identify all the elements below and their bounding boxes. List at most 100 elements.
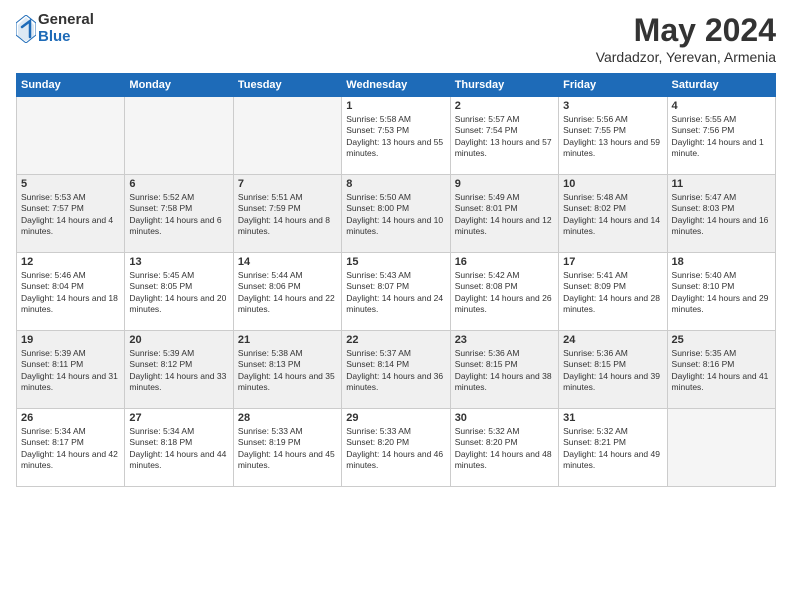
- day-number: 11: [672, 178, 771, 190]
- cell-detail: Sunrise: 5:51 AMSunset: 7:59 PMDaylight:…: [238, 192, 337, 238]
- table-row: 21 Sunrise: 5:38 AMSunset: 8:13 PMDayligh…: [233, 331, 341, 409]
- table-row: 7Sunrise: 5:51 AMSunset: 7:59 PMDaylight…: [233, 175, 341, 253]
- table-row: 15Sunrise: 5:43 AMSunset: 8:07 PMDayligh…: [342, 253, 450, 331]
- table-row: 26 Sunrise: 5:34 AMSunset: 8:17 PMDayligh…: [17, 409, 125, 487]
- day-number: 16: [455, 256, 554, 268]
- day-number: 21: [238, 334, 337, 346]
- cell-detail: Sunrise: 5:55 AMSunset: 7:56 PMDaylight:…: [672, 114, 771, 160]
- table-row: 4 Sunrise: 5:55 AMSunset: 7:56 PMDaylight…: [667, 97, 775, 175]
- day-number: 1: [346, 100, 445, 112]
- table-row: 18Sunrise: 5:40 AMSunset: 8:10 PMDayligh…: [667, 253, 775, 331]
- day-number: 26: [21, 412, 120, 424]
- cell-detail: Sunrise: 5:47 AMSunset: 8:03 PMDaylight:…: [672, 192, 771, 238]
- day-number: 14: [238, 256, 337, 268]
- calendar-week-row: 19 Sunrise: 5:39 AMSunset: 8:11 PMDayligh…: [17, 331, 776, 409]
- cell-detail: Sunrise: 5:38 AMSunset: 8:13 PMDaylight:…: [238, 348, 337, 394]
- calendar-table: Sunday Monday Tuesday Wednesday Thursday…: [16, 73, 776, 487]
- day-number: 19: [21, 334, 120, 346]
- table-row: 11 Sunrise: 5:47 AMSunset: 8:03 PMDayligh…: [667, 175, 775, 253]
- header-row: Sunday Monday Tuesday Wednesday Thursday…: [17, 74, 776, 97]
- day-number: 31: [563, 412, 662, 424]
- cell-detail: Sunrise: 5:43 AMSunset: 8:07 PMDaylight:…: [346, 270, 445, 316]
- cell-detail: Sunrise: 5:56 AMSunset: 7:55 PMDaylight:…: [563, 114, 662, 160]
- logo: General Blue: [16, 12, 94, 45]
- day-number: 27: [129, 412, 228, 424]
- col-thursday: Thursday: [450, 74, 558, 97]
- cell-detail: Sunrise: 5:34 AMSunset: 8:18 PMDaylight:…: [129, 426, 228, 472]
- table-row: 13 Sunrise: 5:45 AMSunset: 8:05 PMDayligh…: [125, 253, 233, 331]
- col-monday: Monday: [125, 74, 233, 97]
- table-row: 31 Sunrise: 5:32 AMSunset: 8:21 PMDayligh…: [559, 409, 667, 487]
- title-section: May 2024 Vardadzor, Yerevan, Armenia: [596, 12, 776, 65]
- table-row: 27 Sunrise: 5:34 AMSunset: 8:18 PMDayligh…: [125, 409, 233, 487]
- cell-detail: Sunrise: 5:50 AMSunset: 8:00 PMDaylight:…: [346, 192, 445, 238]
- cell-detail: Sunrise: 5:48 AMSunset: 8:02 PMDaylight:…: [563, 192, 662, 238]
- cell-detail: Sunrise: 5:58 AMSunset: 7:53 PMDaylight:…: [346, 114, 445, 160]
- table-row: 9Sunrise: 5:49 AMSunset: 8:01 PMDaylight…: [450, 175, 558, 253]
- table-row: 28Sunrise: 5:33 AMSunset: 8:19 PMDayligh…: [233, 409, 341, 487]
- logo-icon: [16, 15, 36, 43]
- cell-detail: Sunrise: 5:45 AMSunset: 8:05 PMDaylight:…: [129, 270, 228, 316]
- table-row: 10Sunrise: 5:48 AMSunset: 8:02 PMDayligh…: [559, 175, 667, 253]
- cell-detail: Sunrise: 5:39 AMSunset: 8:12 PMDaylight:…: [129, 348, 228, 394]
- cell-detail: Sunrise: 5:46 AMSunset: 8:04 PMDaylight:…: [21, 270, 120, 316]
- cell-detail: Sunrise: 5:53 AMSunset: 7:57 PMDaylight:…: [21, 192, 120, 238]
- calendar-body: 1 Sunrise: 5:58 AMSunset: 7:53 PMDaylight…: [17, 97, 776, 487]
- table-row: 25 Sunrise: 5:35 AMSunset: 8:16 PMDayligh…: [667, 331, 775, 409]
- location-label: Vardadzor, Yerevan, Armenia: [596, 49, 776, 65]
- cell-detail: Sunrise: 5:32 AMSunset: 8:21 PMDaylight:…: [563, 426, 662, 472]
- table-row: 1 Sunrise: 5:58 AMSunset: 7:53 PMDaylight…: [342, 97, 450, 175]
- cell-detail: Sunrise: 5:33 AMSunset: 8:19 PMDaylight:…: [238, 426, 337, 472]
- day-number: 6: [129, 178, 228, 190]
- calendar-week-row: 12 Sunrise: 5:46 AMSunset: 8:04 PMDayligh…: [17, 253, 776, 331]
- day-number: 13: [129, 256, 228, 268]
- cell-detail: Sunrise: 5:44 AMSunset: 8:06 PMDaylight:…: [238, 270, 337, 316]
- cell-detail: Sunrise: 5:41 AMSunset: 8:09 PMDaylight:…: [563, 270, 662, 316]
- table-row: 22Sunrise: 5:37 AMSunset: 8:14 PMDayligh…: [342, 331, 450, 409]
- day-number: 30: [455, 412, 554, 424]
- calendar-week-row: 26 Sunrise: 5:34 AMSunset: 8:17 PMDayligh…: [17, 409, 776, 487]
- cell-detail: Sunrise: 5:36 AMSunset: 8:15 PMDaylight:…: [563, 348, 662, 394]
- day-number: 2: [455, 100, 554, 112]
- cell-detail: Sunrise: 5:37 AMSunset: 8:14 PMDaylight:…: [346, 348, 445, 394]
- table-row: 3Sunrise: 5:56 AMSunset: 7:55 PMDaylight…: [559, 97, 667, 175]
- cell-detail: Sunrise: 5:49 AMSunset: 8:01 PMDaylight:…: [455, 192, 554, 238]
- month-title: May 2024: [596, 12, 776, 49]
- day-number: 18: [672, 256, 771, 268]
- day-number: 17: [563, 256, 662, 268]
- calendar-week-row: 5 Sunrise: 5:53 AMSunset: 7:57 PMDaylight…: [17, 175, 776, 253]
- cell-detail: Sunrise: 5:42 AMSunset: 8:08 PMDaylight:…: [455, 270, 554, 316]
- day-number: 23: [455, 334, 554, 346]
- col-wednesday: Wednesday: [342, 74, 450, 97]
- calendar-week-row: 1 Sunrise: 5:58 AMSunset: 7:53 PMDaylight…: [17, 97, 776, 175]
- col-friday: Friday: [559, 74, 667, 97]
- cell-detail: Sunrise: 5:32 AMSunset: 8:20 PMDaylight:…: [455, 426, 554, 472]
- day-number: 25: [672, 334, 771, 346]
- table-row: 12 Sunrise: 5:46 AMSunset: 8:04 PMDayligh…: [17, 253, 125, 331]
- header: General Blue May 2024 Vardadzor, Yerevan…: [16, 12, 776, 65]
- table-row: 2Sunrise: 5:57 AMSunset: 7:54 PMDaylight…: [450, 97, 558, 175]
- calendar-header: Sunday Monday Tuesday Wednesday Thursday…: [17, 74, 776, 97]
- day-number: 4: [672, 100, 771, 112]
- cell-detail: Sunrise: 5:35 AMSunset: 8:16 PMDaylight:…: [672, 348, 771, 394]
- table-row: 8 Sunrise: 5:50 AMSunset: 8:00 PMDaylight…: [342, 175, 450, 253]
- day-number: 12: [21, 256, 120, 268]
- day-number: 29: [346, 412, 445, 424]
- table-row: [233, 97, 341, 175]
- day-number: 8: [346, 178, 445, 190]
- table-row: 20 Sunrise: 5:39 AMSunset: 8:12 PMDayligh…: [125, 331, 233, 409]
- day-number: 5: [21, 178, 120, 190]
- cell-detail: Sunrise: 5:34 AMSunset: 8:17 PMDaylight:…: [21, 426, 120, 472]
- col-saturday: Saturday: [667, 74, 775, 97]
- cell-detail: Sunrise: 5:39 AMSunset: 8:11 PMDaylight:…: [21, 348, 120, 394]
- logo-blue-label: Blue: [38, 29, 94, 46]
- page: General Blue May 2024 Vardadzor, Yerevan…: [0, 0, 792, 612]
- col-sunday: Sunday: [17, 74, 125, 97]
- table-row: 23Sunrise: 5:36 AMSunset: 8:15 PMDayligh…: [450, 331, 558, 409]
- table-row: 14 Sunrise: 5:44 AMSunset: 8:06 PMDayligh…: [233, 253, 341, 331]
- table-row: 29Sunrise: 5:33 AMSunset: 8:20 PMDayligh…: [342, 409, 450, 487]
- day-number: 20: [129, 334, 228, 346]
- logo-general-label: General: [38, 12, 94, 29]
- logo-text: General Blue: [38, 12, 94, 45]
- day-number: 24: [563, 334, 662, 346]
